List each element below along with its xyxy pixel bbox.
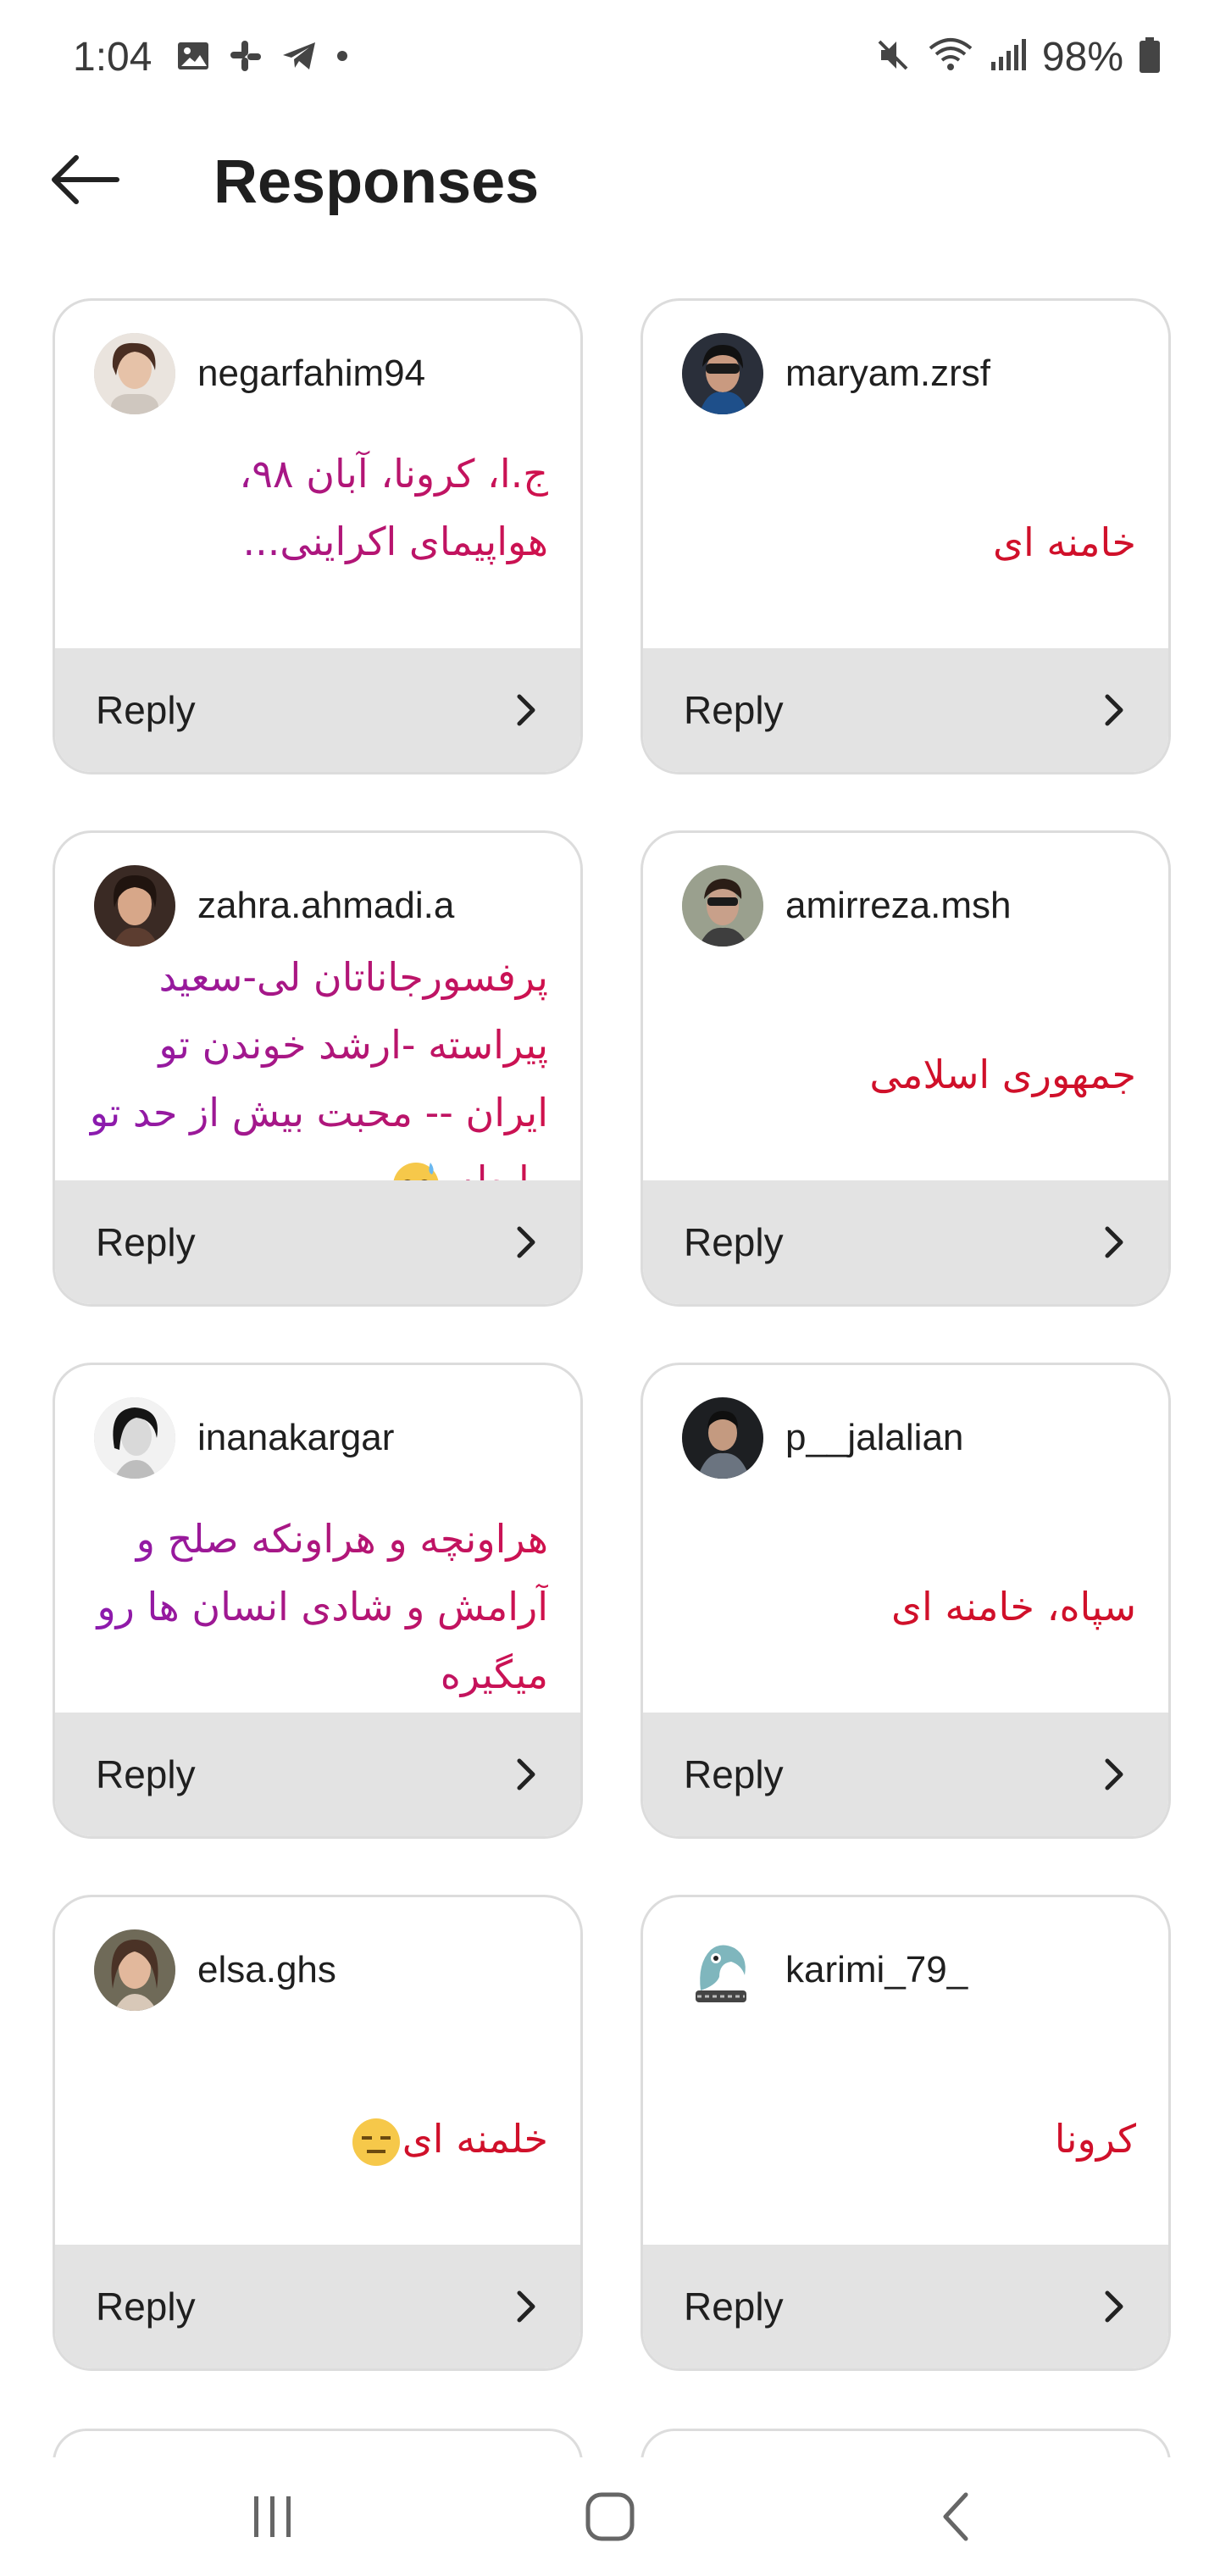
username[interactable]: zahra.ahmadi.a bbox=[197, 885, 454, 927]
slack-icon bbox=[229, 39, 263, 77]
response-card: inanakargar هراونچه و هراونکه صلح و آرام… bbox=[53, 1363, 583, 1839]
response-card: negarfahim94 ج.ا، کرونا، آبان ۹۸، هواپیم… bbox=[53, 298, 583, 774]
system-nav-bar bbox=[0, 2457, 1220, 2576]
mute-icon bbox=[874, 36, 912, 78]
response-message: سپاه، خامنه ای bbox=[890, 1584, 1136, 1629]
username[interactable]: negarfahim94 bbox=[197, 353, 425, 395]
username[interactable]: maryam.zrsf bbox=[785, 353, 990, 395]
response-message: ج.ا، کرونا، آبان ۹۸، هواپیمای اکراینی... bbox=[89, 436, 548, 575]
recent-apps-button[interactable] bbox=[222, 2483, 324, 2551]
nav-back-button[interactable] bbox=[905, 2483, 1006, 2551]
reply-button[interactable]: Reply bbox=[55, 648, 580, 772]
response-message: پرفسورجاناتان لی-سعید پیراسته -ارشد خوند… bbox=[89, 943, 548, 1182]
avatar[interactable] bbox=[94, 1397, 175, 1479]
response-card: elsa.ghs خلمنه ای Reply bbox=[53, 1895, 583, 2371]
signal-icon bbox=[990, 36, 1027, 78]
status-bar: 1:04 98% bbox=[0, 0, 1220, 119]
response-message: جمهوری اسلامی bbox=[869, 1052, 1136, 1097]
avatar[interactable] bbox=[94, 333, 175, 414]
reply-button[interactable]: Reply bbox=[55, 2245, 580, 2368]
image-icon bbox=[176, 41, 210, 75]
reply-label: Reply bbox=[96, 1752, 196, 1796]
battery-icon bbox=[1139, 36, 1161, 78]
battery-percent: 98% bbox=[1041, 35, 1123, 80]
telegram-icon bbox=[281, 41, 317, 75]
reply-label: Reply bbox=[96, 2285, 196, 2329]
chevron-right-icon bbox=[1105, 1226, 1123, 1258]
back-nav-icon bbox=[943, 2492, 968, 2541]
wifi-icon bbox=[927, 36, 974, 78]
avatar[interactable] bbox=[682, 1929, 763, 2011]
username[interactable]: elsa.ghs bbox=[197, 1949, 336, 1991]
chevron-right-icon bbox=[1105, 2290, 1123, 2323]
reply-button[interactable]: Reply bbox=[55, 1180, 580, 1304]
chevron-right-icon bbox=[517, 1226, 535, 1258]
response-card: zahra.ahmadi.a پرفسورجاناتان لی-سعید پیر… bbox=[53, 830, 583, 1307]
avatar[interactable] bbox=[94, 1929, 175, 2011]
reply-label: Reply bbox=[684, 1220, 784, 1264]
reply-label: Reply bbox=[96, 1220, 196, 1264]
status-time: 1:04 bbox=[73, 35, 152, 80]
reply-button[interactable]: Reply bbox=[643, 1713, 1168, 1836]
back-arrow-icon bbox=[52, 155, 119, 204]
dot-icon bbox=[336, 49, 349, 67]
chevron-right-icon bbox=[1105, 1758, 1123, 1790]
home-button[interactable] bbox=[559, 2483, 661, 2551]
response-card: amirreza.msh جمهوری اسلامی Reply bbox=[640, 830, 1171, 1307]
reply-label: Reply bbox=[684, 688, 784, 732]
reply-button[interactable]: Reply bbox=[643, 1180, 1168, 1304]
reply-button[interactable]: Reply bbox=[643, 2245, 1168, 2368]
reply-button[interactable]: Reply bbox=[643, 648, 1168, 772]
chevron-right-icon bbox=[517, 694, 535, 726]
expressionless-emoji-icon bbox=[352, 2118, 400, 2166]
reply-label: Reply bbox=[684, 2285, 784, 2329]
recent-apps-icon bbox=[254, 2496, 291, 2537]
username[interactable]: amirreza.msh bbox=[785, 885, 1012, 927]
chevron-right-icon bbox=[1105, 694, 1123, 726]
response-message: خلمنه ای bbox=[350, 2105, 548, 2173]
responses-grid: negarfahim94 ج.ا، کرونا، آبان ۹۸، هواپیم… bbox=[53, 298, 1171, 2371]
response-card: maryam.zrsf خامنه ای Reply bbox=[640, 298, 1171, 774]
chevron-right-icon bbox=[517, 1758, 535, 1790]
avatar[interactable] bbox=[682, 865, 763, 947]
avatar[interactable] bbox=[682, 1397, 763, 1479]
back-button[interactable] bbox=[44, 147, 125, 212]
avatar[interactable] bbox=[682, 333, 763, 414]
response-card: p__jalalian سپاه، خامنه ای Reply bbox=[640, 1363, 1171, 1839]
sweat-smile-emoji-icon bbox=[393, 1162, 439, 1182]
reply-label: Reply bbox=[96, 688, 196, 732]
header: Responses bbox=[0, 127, 1220, 237]
response-message: کرونا bbox=[1054, 2116, 1136, 2162]
reply-button[interactable]: Reply bbox=[55, 1713, 580, 1836]
reply-label: Reply bbox=[684, 1752, 784, 1796]
response-message: خامنه ای bbox=[992, 519, 1136, 565]
avatar[interactable] bbox=[94, 865, 175, 947]
username[interactable]: p__jalalian bbox=[785, 1417, 963, 1459]
home-icon bbox=[585, 2492, 635, 2541]
response-message: هراونچه و هراونکه صلح و آرامش و شادی انس… bbox=[89, 1505, 548, 1708]
chevron-right-icon bbox=[517, 2290, 535, 2323]
page-title: Responses bbox=[214, 148, 540, 216]
username[interactable]: inanakargar bbox=[197, 1417, 394, 1459]
response-card: karimi_79_ کرونا Reply bbox=[640, 1895, 1171, 2371]
username[interactable]: karimi_79_ bbox=[785, 1949, 968, 1991]
